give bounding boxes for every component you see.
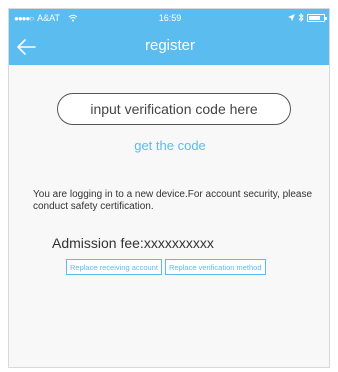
verification-code-input[interactable] bbox=[64, 101, 284, 117]
battery-icon bbox=[307, 13, 327, 22]
admission-fee: Admission fee:xxxxxxxxxx bbox=[52, 235, 214, 251]
phone-screen: ●●●●○ A&AT 16:59 register get the c bbox=[8, 8, 330, 368]
replace-receiving-account-button[interactable]: Replace receiving account bbox=[66, 259, 162, 275]
verification-code-field[interactable] bbox=[57, 93, 291, 125]
get-code-link[interactable]: get the code bbox=[9, 138, 329, 153]
bluetooth-icon bbox=[298, 13, 304, 22]
action-buttons: Replace receiving account Replace verifi… bbox=[66, 259, 266, 275]
nav-bar: register bbox=[9, 29, 329, 65]
page-title: register bbox=[144, 37, 196, 54]
replace-verification-method-button[interactable]: Replace verification method bbox=[164, 259, 266, 275]
admission-fee-label: Admission fee: bbox=[52, 235, 144, 251]
status-right bbox=[288, 13, 327, 22]
status-time: 16:59 bbox=[158, 13, 182, 23]
security-notice: You are logging in to a new device.For a… bbox=[33, 189, 313, 212]
status-bar: ●●●●○ A&AT 16:59 bbox=[9, 9, 329, 29]
admission-fee-value: xxxxxxxxxx bbox=[143, 235, 214, 251]
location-arrow-icon bbox=[288, 14, 295, 21]
